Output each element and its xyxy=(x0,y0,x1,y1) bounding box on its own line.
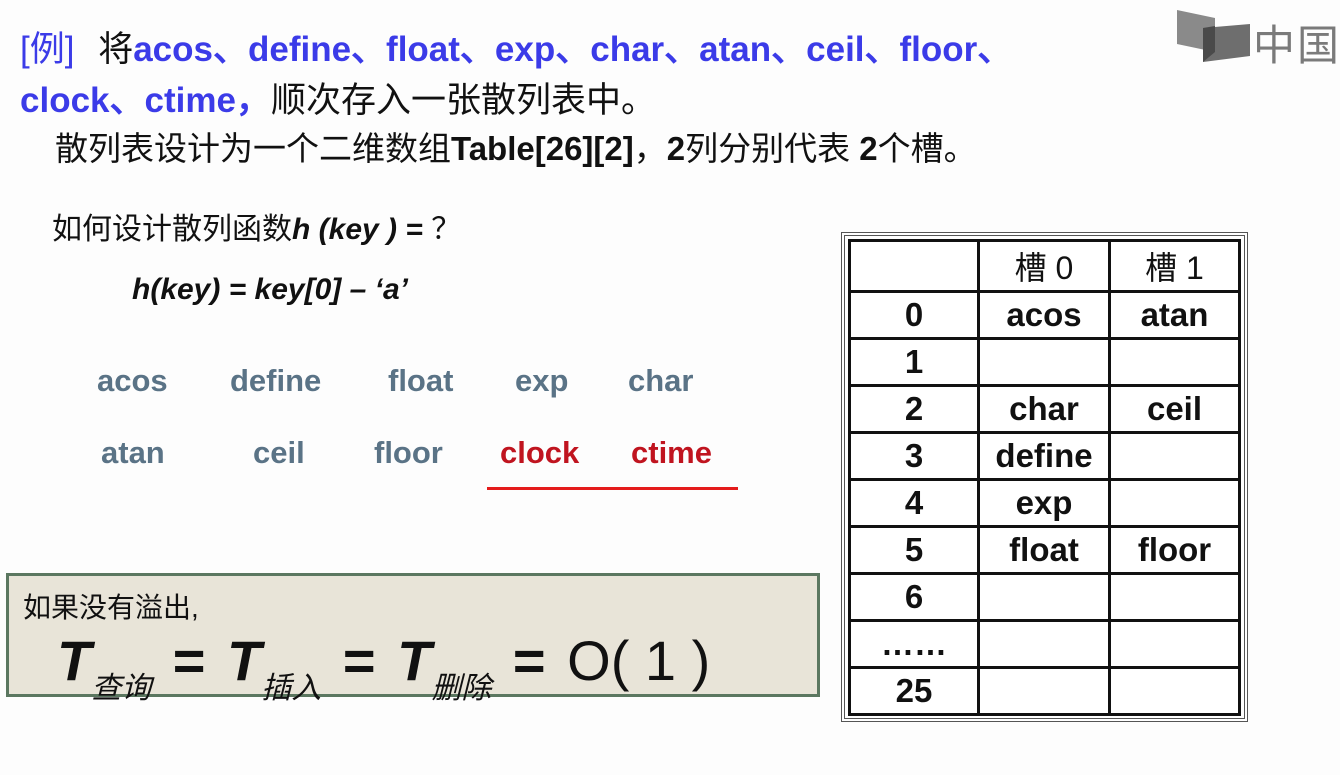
design-line: 散列表设计为一个二维数组Table[26][2]，2列分别代表 2个槽。 xyxy=(55,125,977,173)
row-index: 4 xyxy=(848,478,980,528)
table-row: 5 float floor xyxy=(848,525,1241,575)
t-symbol: T xyxy=(57,629,92,692)
table-row: …… xyxy=(848,619,1241,669)
intro-verb: 将 xyxy=(98,30,134,69)
table-row: 0 acos atan xyxy=(848,290,1241,340)
key-word: float xyxy=(388,363,454,398)
hash-table-grid: 槽 0 槽 1 0 acos atan 1 2 char ceil 3 define 4 exp 5 f… xyxy=(848,239,1241,716)
slot-0-cell: exp xyxy=(977,478,1111,528)
row-index: 2 xyxy=(848,384,980,434)
row-index: 5 xyxy=(848,525,980,575)
sub-delete: 删除 xyxy=(431,672,492,705)
big-o-result: O( 1 ) xyxy=(567,629,711,692)
slot-1-cell xyxy=(1108,666,1241,716)
key-word: ceil xyxy=(253,435,305,470)
slot-1-cell: floor xyxy=(1108,525,1241,575)
slot-1-cell xyxy=(1108,572,1241,622)
intro-tail: 顺次存入一张散列表中。 xyxy=(270,81,656,120)
slot-1-cell xyxy=(1108,337,1241,387)
slots-text: 个槽。 xyxy=(877,130,977,167)
slot-1-cell xyxy=(1108,619,1241,669)
t-symbol: T xyxy=(397,629,432,692)
equals: = xyxy=(342,629,376,692)
table-header-row: 槽 0 槽 1 xyxy=(848,239,1241,293)
logo-text: 中国大 xyxy=(1253,22,1340,69)
slot-1-cell xyxy=(1108,478,1241,528)
keys-list-1: acos、define、float、exp、char、atan、ceil、flo… xyxy=(133,30,1013,69)
table-row: 4 exp xyxy=(848,478,1241,528)
sub-search: 查询 xyxy=(91,672,152,705)
table-row: 3 define xyxy=(848,431,1241,481)
slot-0-cell: float xyxy=(977,525,1111,575)
slot-1-cell: ceil xyxy=(1108,384,1241,434)
key-word-overflow: clock xyxy=(500,435,580,470)
key-word: acos xyxy=(97,363,168,398)
equals: = xyxy=(172,629,206,692)
hash-question: 如何设计散列函数h (key ) = ？ xyxy=(52,208,461,252)
t-symbol: T xyxy=(227,629,262,692)
row-index: 1 xyxy=(848,337,980,387)
table-row: 6 xyxy=(848,572,1241,622)
table-row: 2 char ceil xyxy=(848,384,1241,434)
row-index: …… xyxy=(848,619,980,669)
row-index: 25 xyxy=(848,666,980,716)
slot-1-cell xyxy=(1108,431,1241,481)
complexity-caption: 如果没有溢出, xyxy=(23,592,199,623)
row-index: 3 xyxy=(848,431,980,481)
sub-insert: 插入 xyxy=(261,672,322,705)
hash-formula: h(key) = key[0] – ‘a’ xyxy=(132,273,408,306)
complexity-equation: T查询 = T插入 = T删除 = O( 1 ) xyxy=(57,628,710,707)
row-index: 0 xyxy=(848,290,980,340)
key-word-overflow: ctime xyxy=(631,435,712,470)
slot-0-cell: char xyxy=(977,384,1111,434)
design-prefix: 散列表设计为一个二维数组 xyxy=(55,130,451,167)
example-tag: [例] xyxy=(20,30,75,69)
question-func: h (key ) = xyxy=(292,213,423,246)
question-mark: ？ xyxy=(431,213,462,246)
table-row: 25 xyxy=(848,666,1241,716)
cols-text: 列分别代表 xyxy=(685,130,860,167)
slot-0-cell: acos xyxy=(977,290,1111,340)
intro-line-2: clock、ctime，顺次存入一张散列表中。 xyxy=(20,77,656,125)
key-word: atan xyxy=(101,435,165,470)
slot-0-cell xyxy=(977,337,1111,387)
header-slot-0: 槽 0 xyxy=(977,239,1111,293)
array-decl: Table[26][2] xyxy=(451,130,634,167)
header-index xyxy=(848,239,980,293)
intro-line-1: [例] 将acos、define、float、exp、char、atan、cei… xyxy=(20,26,1012,74)
keys-list-2: clock、ctime， xyxy=(20,81,271,120)
header-slot-1: 槽 1 xyxy=(1108,239,1241,293)
slots-num: 2 xyxy=(859,130,878,167)
question-text: 如何设计散列函数 xyxy=(52,213,292,246)
book-logo-icon xyxy=(1177,10,1250,62)
key-word: char xyxy=(628,363,694,398)
equals: = xyxy=(512,629,546,692)
hash-table: 槽 0 槽 1 0 acos atan 1 2 char ceil 3 define 4 exp 5 f… xyxy=(841,232,1248,722)
slot-0-cell: define xyxy=(977,431,1111,481)
cols-num: 2 xyxy=(666,130,686,167)
key-word: define xyxy=(230,363,322,398)
key-word: floor xyxy=(374,435,443,470)
key-word: exp xyxy=(515,363,569,398)
row-index: 6 xyxy=(848,572,980,622)
design-sep: ， xyxy=(633,130,667,167)
watermark-logo: 中国大 xyxy=(1175,8,1340,69)
complexity-box: 如果没有溢出, T查询 = T插入 = T删除 = O( 1 ) xyxy=(6,573,820,705)
slot-0-cell xyxy=(977,572,1111,622)
table-row: 1 xyxy=(848,337,1241,387)
slot-0-cell xyxy=(977,666,1111,716)
overflow-underline xyxy=(487,487,738,490)
slot-0-cell xyxy=(977,619,1111,669)
slot-1-cell: atan xyxy=(1108,290,1241,340)
